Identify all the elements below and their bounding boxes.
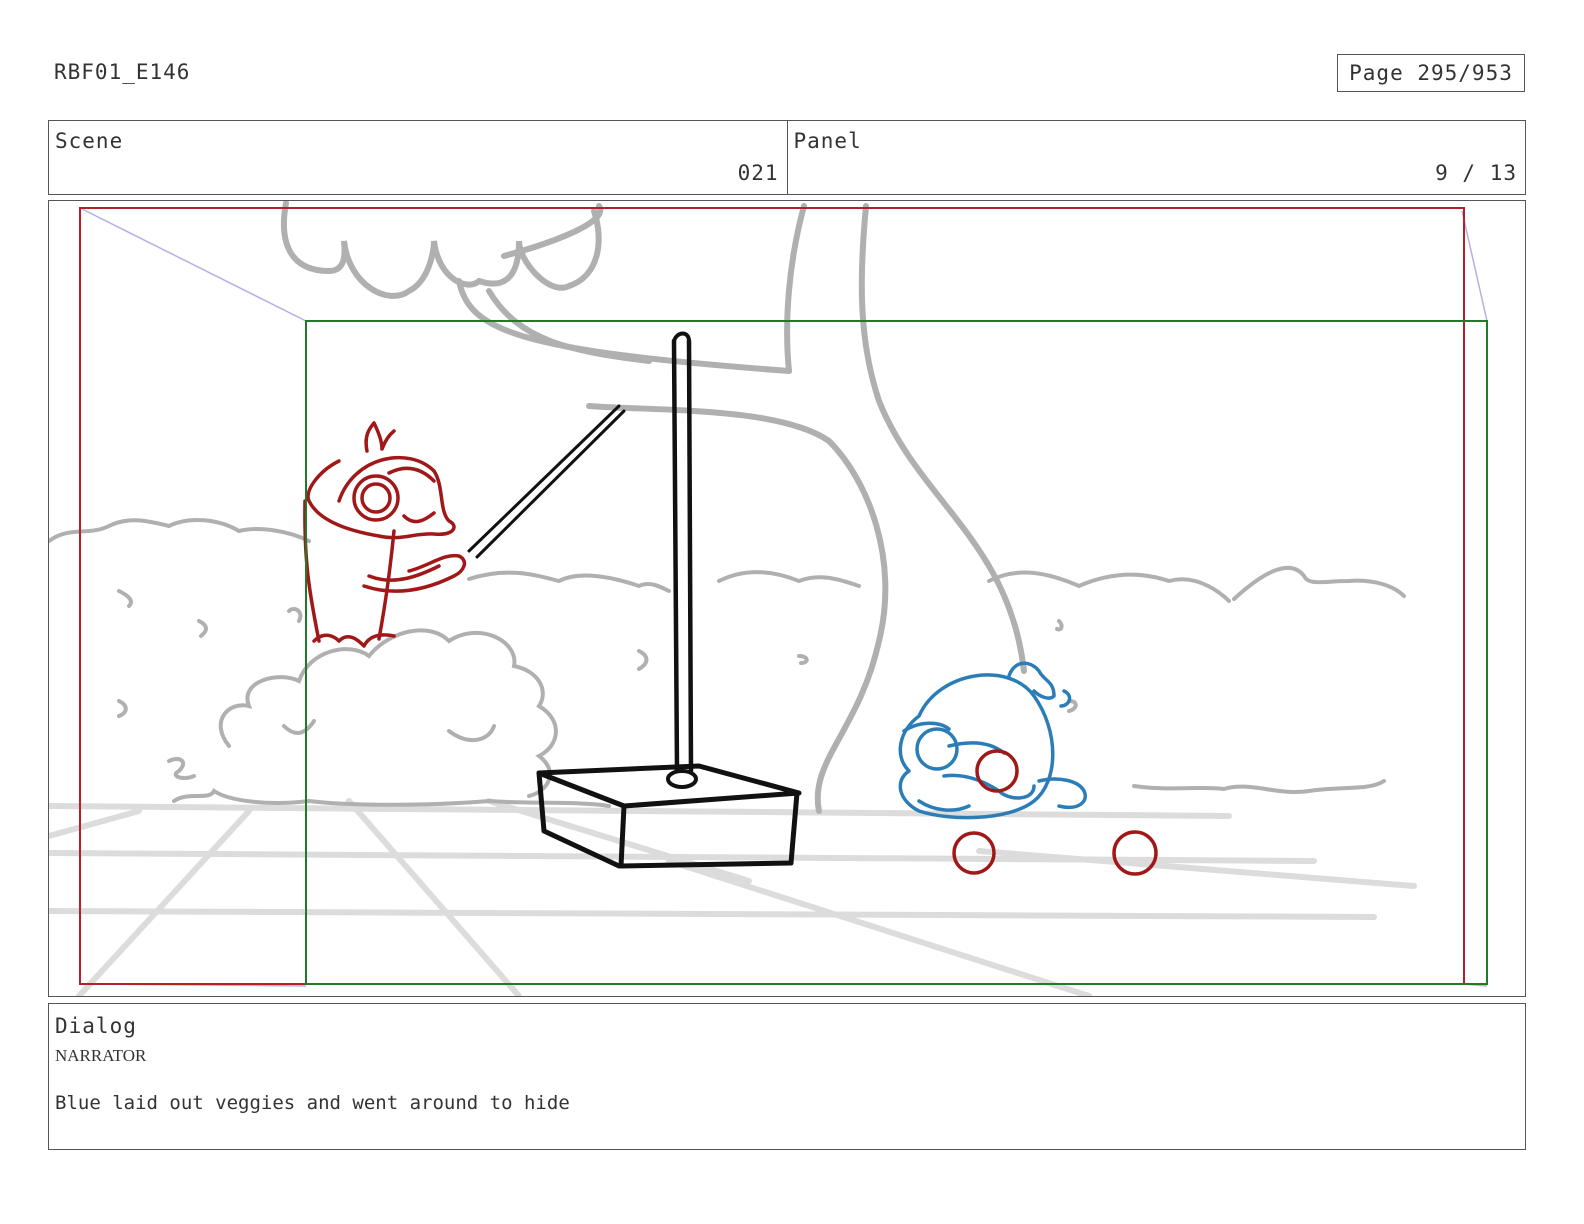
panel-value: 9 / 13 <box>1435 161 1517 185</box>
dialog-speaker: NARRATOR <box>55 1046 147 1065</box>
page-number: Page 295/953 <box>1337 54 1525 92</box>
panel-label: Panel <box>793 129 862 153</box>
scene-cell: Scene 021 <box>49 121 787 194</box>
dialog-box: Dialog NARRATOR Blue laid out veggies an… <box>48 1003 1526 1150</box>
blue-bird <box>898 661 1087 820</box>
storyboard-sketch <box>49 201 1488 996</box>
camera-end-frame <box>305 320 1488 985</box>
scene-value: 021 <box>737 161 779 185</box>
storyboard-panel <box>48 200 1526 997</box>
dialog-label: Dialog <box>55 1014 137 1038</box>
trap-prop <box>536 331 802 869</box>
red-bird <box>303 421 467 648</box>
dialog-line: Blue laid out veggies and went around to… <box>55 1092 570 1114</box>
scene-label: Scene <box>55 129 124 153</box>
ground-lines <box>49 798 1417 996</box>
document-id: RBF01_E146 <box>54 60 191 84</box>
panel-cell: Panel 9 / 13 <box>786 121 1526 194</box>
prop-stick <box>467 404 626 559</box>
action-safe-frame <box>79 207 1465 985</box>
bushes <box>49 518 1406 808</box>
scene-panel-header: Scene 021 Panel 9 / 13 <box>48 120 1526 195</box>
